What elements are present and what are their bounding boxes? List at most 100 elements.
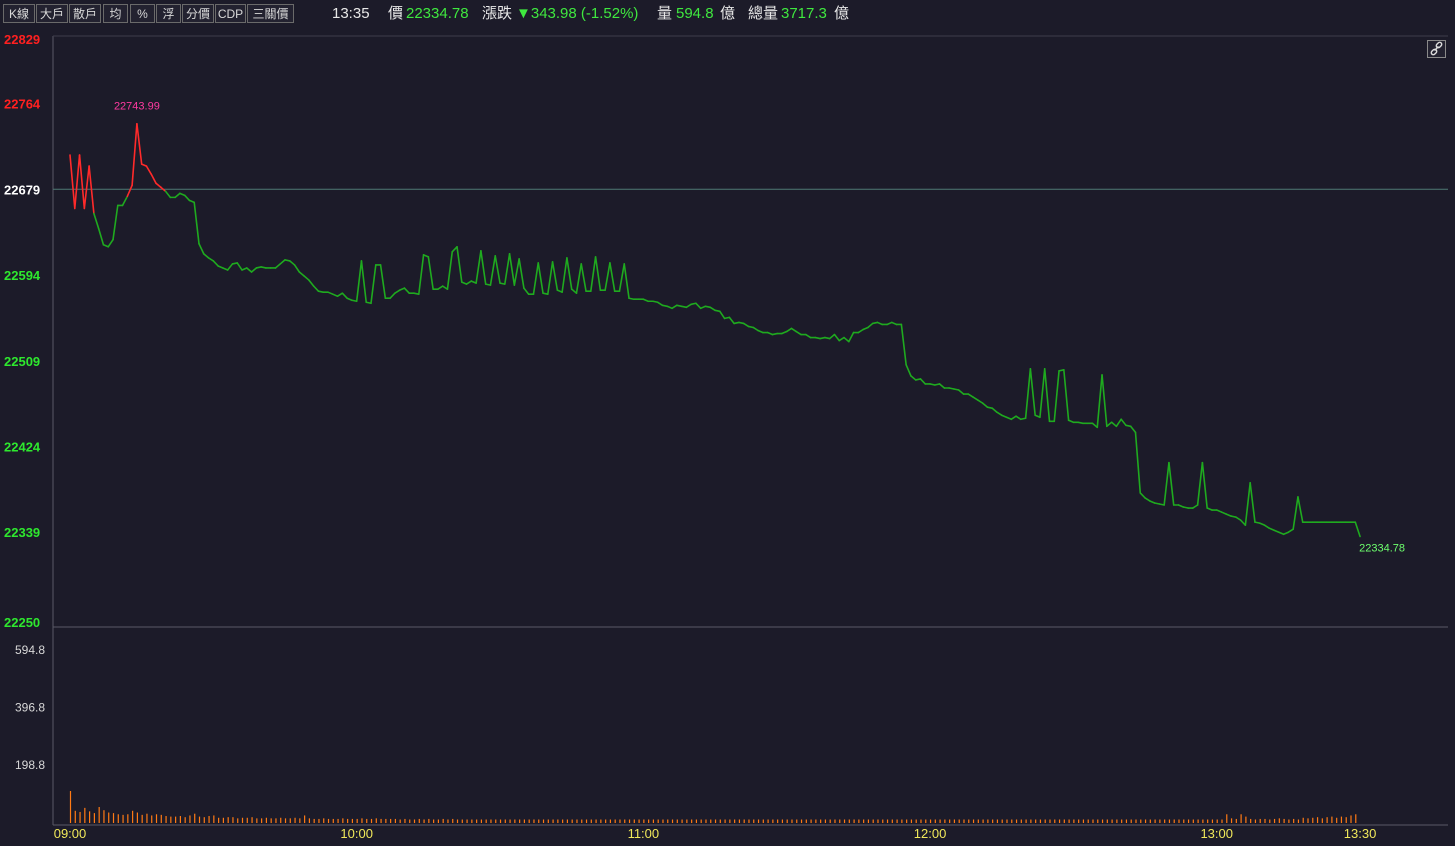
price-line-segment [293, 264, 301, 273]
price-line-segment [355, 260, 363, 303]
price-line-segment [991, 407, 998, 414]
price-line-segment [938, 383, 946, 389]
price-line-segment [389, 292, 396, 300]
price-line-segment [1196, 461, 1204, 506]
price-line-segment [97, 227, 105, 246]
price-line-segment [910, 375, 917, 381]
price-line-segment [1115, 418, 1122, 428]
price-axis-label: 22764 [4, 97, 41, 112]
price-line-segment [136, 122, 143, 165]
price-line-segment [1201, 461, 1208, 509]
price-line-segment [656, 301, 664, 307]
price-line-segment [828, 333, 836, 340]
time-axis-label: 13:00 [1200, 826, 1233, 841]
price-line-segment [236, 262, 243, 271]
price-line-segment [623, 263, 630, 300]
price-line-segment [551, 261, 559, 291]
price-line-segment [1168, 461, 1175, 506]
price-line-segment [900, 323, 907, 366]
price-line-segment [336, 292, 344, 298]
price-line-segment [212, 260, 219, 267]
price-line-segment [752, 326, 759, 332]
price-line-segment [93, 212, 100, 230]
price-line-segment [1263, 524, 1271, 529]
price-line-segment [957, 389, 965, 395]
price-line-segment [145, 165, 153, 175]
price-line-segment [370, 264, 377, 305]
price-line-segment [341, 292, 348, 300]
price-line-segment [298, 271, 305, 277]
price-line-segment [1144, 497, 1151, 502]
price-line-segment [532, 262, 540, 295]
price-line-segment [494, 255, 501, 284]
price-line-segment [996, 411, 1003, 417]
price-line-segment [728, 316, 735, 325]
price-line-segment [575, 263, 583, 294]
price-line-segment [112, 204, 119, 241]
price-line-segment [919, 378, 927, 385]
price-axis-label: 22594 [4, 268, 41, 283]
price-line-segment [977, 399, 984, 404]
price-line-segment [695, 302, 702, 310]
price-line-segment [795, 330, 802, 336]
price-line-segment [1010, 415, 1017, 421]
time-axis-label: 12:00 [914, 826, 947, 841]
price-line-segment [131, 122, 138, 187]
price-line-segment [867, 322, 874, 329]
price-line-segment [546, 261, 554, 295]
price-axis-label: 22829 [4, 32, 40, 47]
price-line-segment [1287, 528, 1294, 534]
price-line-segment [590, 256, 597, 292]
price-line-segment [905, 363, 912, 377]
price-line-segment [1043, 368, 1051, 423]
price-line-segment [456, 245, 463, 283]
price-line-segment [155, 182, 162, 189]
price-line-segment [1110, 421, 1118, 428]
price-line-segment [618, 263, 626, 292]
price-line-segment [107, 238, 114, 248]
price-line-segment [308, 279, 315, 287]
price-line-segment [78, 154, 86, 210]
price-line-segment [570, 288, 578, 294]
price-line-segment [513, 258, 520, 286]
price-line-segment [1053, 370, 1060, 423]
price-line-segment [981, 402, 989, 408]
intraday-chart[interactable]: 22829 22764 22679 22594 22509 22424 22339 22250… [0, 0, 1455, 846]
price-line-segment [1354, 521, 1361, 538]
price-line-segment [561, 257, 568, 293]
price-line-segment [198, 242, 205, 255]
price-line-segment [465, 280, 473, 285]
price-line-segment [580, 263, 587, 292]
price-line-segment [1249, 482, 1256, 523]
price-line-segment [480, 250, 487, 285]
price-line-segment [604, 262, 611, 291]
price-line-segment [1063, 369, 1070, 422]
price-line-segment [126, 184, 133, 198]
price-line-segment [83, 165, 90, 210]
time-axis-label: 09:00 [54, 826, 87, 841]
price-line-segment [848, 331, 855, 343]
price-line-segment [279, 259, 286, 265]
price-line-segment [312, 285, 320, 292]
price-line-segment [417, 254, 425, 295]
price-line-segment [1106, 421, 1113, 428]
price-line-segment [1139, 492, 1146, 499]
price-line-segment [1096, 374, 1103, 429]
price-line-segment [594, 256, 602, 291]
price-line-segment [1292, 496, 1299, 531]
price-line-segment [288, 260, 296, 266]
link-icon[interactable] [1427, 40, 1446, 58]
price-line-segment [274, 263, 282, 269]
price-line-segment [360, 260, 368, 304]
price-line-segment [972, 396, 979, 401]
price-line-segment [1163, 461, 1170, 506]
price-line-segment [1029, 368, 1036, 417]
price-line-segment [1101, 374, 1108, 428]
price-line-segment [1134, 431, 1142, 494]
price-line-segment [1244, 482, 1251, 526]
price-line-segment [446, 251, 454, 290]
price-line-segment [790, 327, 798, 333]
price-line-segment [1192, 504, 1199, 509]
price-line-segment [785, 327, 793, 333]
price-axis-label: 22679 [4, 182, 40, 197]
